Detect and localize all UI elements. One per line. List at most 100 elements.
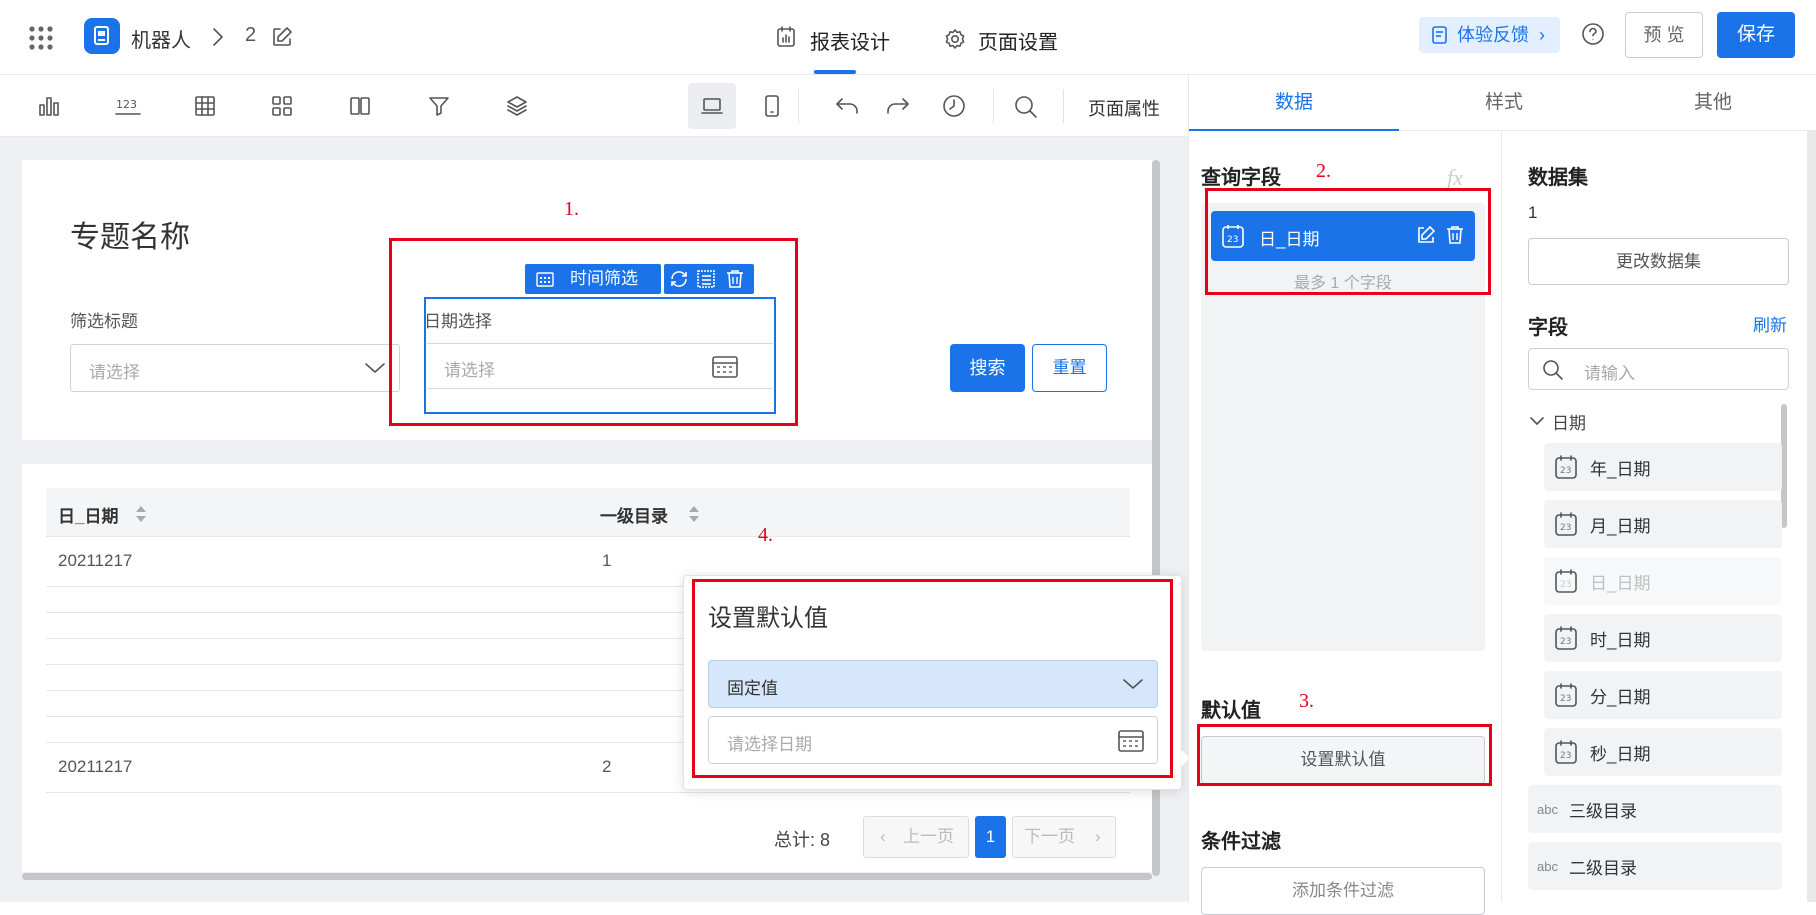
report-design-icon bbox=[776, 26, 796, 48]
field-item-level3[interactable]: abc 三级目录 bbox=[1528, 785, 1782, 833]
edit-icon[interactable] bbox=[271, 26, 293, 48]
app-name[interactable]: 机器人 bbox=[131, 24, 191, 53]
query-fields-title: 查询字段 bbox=[1201, 167, 1281, 189]
page-properties-button[interactable]: 页面属性 bbox=[1088, 95, 1160, 121]
tab-data[interactable]: 数据 bbox=[1189, 75, 1399, 132]
chevron-down-icon bbox=[364, 361, 386, 375]
svg-text:23: 23 bbox=[1560, 523, 1571, 533]
svg-text:123: 123 bbox=[116, 98, 137, 111]
field-item-label: 二级目录 bbox=[1568, 858, 1637, 878]
feedback-icon bbox=[1431, 26, 1449, 44]
search-icon[interactable] bbox=[1014, 95, 1038, 119]
table-header: 日_日期 一级目录 bbox=[46, 488, 1130, 537]
svg-text:23: 23 bbox=[1560, 466, 1571, 476]
feedback-button[interactable]: 体验反馈 › bbox=[1419, 17, 1560, 53]
field-item-month[interactable]: 23 月_日期 bbox=[1544, 500, 1782, 548]
filter1-select[interactable]: 请选择 bbox=[70, 344, 400, 392]
report-title[interactable]: 专题名称 bbox=[70, 212, 190, 256]
layers-icon[interactable] bbox=[506, 95, 528, 117]
top-bar: 机器人 2 报表设计 页面设置 体验反馈 › 预 览 保存 bbox=[0, 0, 1816, 75]
tab-page-settings[interactable]: 页面设置 bbox=[978, 26, 1058, 55]
app-logo-icon bbox=[84, 18, 120, 54]
field-item-day-disabled[interactable]: 23 日_日期 bbox=[1544, 557, 1782, 605]
calendar-icon: 23 bbox=[1554, 682, 1578, 708]
reset-button[interactable]: 重置 bbox=[1032, 344, 1107, 392]
svg-text:23: 23 bbox=[1560, 694, 1571, 704]
number-card-icon[interactable]: 123 bbox=[115, 97, 141, 117]
field-item-label: 三级目录 bbox=[1568, 801, 1637, 821]
prev-page-label: 上一页 bbox=[903, 827, 954, 846]
filter1-placeholder: 请选择 bbox=[89, 363, 140, 382]
help-icon[interactable] bbox=[1581, 22, 1605, 46]
field-item-level2[interactable]: abc 二级目录 bbox=[1528, 842, 1782, 890]
calendar-icon: 23 bbox=[1554, 568, 1578, 594]
column-header[interactable]: 日_日期 bbox=[58, 502, 118, 527]
chevron-down-icon[interactable] bbox=[1530, 416, 1544, 426]
tab-style[interactable]: 样式 bbox=[1399, 75, 1609, 131]
field-item-second[interactable]: 23 秒_日期 bbox=[1544, 728, 1782, 776]
default-value-title: 默认值 bbox=[1201, 700, 1261, 722]
history-icon[interactable] bbox=[942, 94, 966, 118]
calendar-icon: 23 bbox=[1554, 625, 1578, 651]
app-grid-icon[interactable] bbox=[28, 25, 54, 51]
chevron-right-icon: › bbox=[1095, 827, 1101, 846]
right-panel-scrollbar[interactable] bbox=[1807, 131, 1816, 902]
field-search-input[interactable]: 请输入 bbox=[1528, 348, 1789, 390]
refresh-fields-link[interactable]: 刷新 bbox=[1753, 311, 1787, 336]
laptop-icon bbox=[701, 96, 723, 116]
annotation-box-1 bbox=[389, 238, 798, 426]
table-cell: 20211217 bbox=[58, 551, 133, 570]
annotation-box-3 bbox=[1197, 724, 1492, 786]
annotation-box-4 bbox=[692, 579, 1173, 778]
desktop-view-button[interactable] bbox=[688, 83, 736, 129]
field-item-hour[interactable]: 23 时_日期 bbox=[1544, 614, 1782, 662]
divider bbox=[1063, 89, 1064, 123]
canvas-h-scrollbar[interactable] bbox=[22, 873, 1152, 880]
chevron-left-icon: ‹ bbox=[880, 827, 886, 846]
field-group-label[interactable]: 日期 bbox=[1552, 409, 1586, 434]
component-toolbar: 123 页面属性 bbox=[0, 75, 1188, 137]
gear-icon bbox=[944, 28, 966, 50]
sort-icon[interactable] bbox=[134, 504, 148, 524]
add-condition-button[interactable]: 添加条件过滤 bbox=[1201, 867, 1485, 915]
page-number: 2 bbox=[245, 24, 257, 46]
annotation-box-2 bbox=[1205, 188, 1491, 295]
prev-page-button[interactable]: ‹ 上一页 bbox=[863, 816, 969, 858]
layout-grid-icon[interactable] bbox=[271, 95, 293, 117]
mobile-icon[interactable] bbox=[762, 94, 782, 118]
table-cell: 2 bbox=[602, 757, 612, 776]
annotation-number-3: 3. bbox=[1299, 690, 1314, 712]
field-item-label: 秒_日期 bbox=[1590, 744, 1651, 764]
undo-icon[interactable] bbox=[835, 95, 859, 117]
svg-text:23: 23 bbox=[1560, 637, 1571, 647]
filter-icon[interactable] bbox=[428, 95, 450, 117]
field-item-label: 月_日期 bbox=[1590, 516, 1651, 536]
page-1-button[interactable]: 1 bbox=[975, 816, 1006, 858]
next-page-label: 下一页 bbox=[1024, 827, 1075, 846]
right-panel-tabs: 数据 样式 其他 bbox=[1188, 75, 1816, 132]
preview-button[interactable]: 预 览 bbox=[1625, 12, 1703, 58]
next-page-button[interactable]: 下一页 › bbox=[1012, 816, 1116, 858]
bar-chart-icon[interactable] bbox=[38, 95, 60, 117]
save-button[interactable]: 保存 bbox=[1717, 12, 1795, 58]
tab-report-design[interactable]: 报表设计 bbox=[810, 26, 890, 55]
columns-icon[interactable] bbox=[349, 95, 371, 117]
text-type-icon: abc bbox=[1537, 858, 1558, 874]
tab-active-indicator bbox=[814, 70, 856, 74]
fields-title: 字段 bbox=[1528, 317, 1568, 339]
calendar-icon: 23 bbox=[1554, 739, 1578, 765]
tab-other[interactable]: 其他 bbox=[1609, 75, 1816, 131]
sort-icon[interactable] bbox=[687, 504, 701, 524]
redo-icon[interactable] bbox=[886, 95, 910, 117]
change-dataset-button[interactable]: 更改数据集 bbox=[1528, 238, 1789, 285]
search-button[interactable]: 搜索 bbox=[950, 344, 1025, 392]
svg-text:23: 23 bbox=[1560, 751, 1571, 761]
table-icon[interactable] bbox=[194, 95, 216, 117]
field-item-minute[interactable]: 23 分_日期 bbox=[1544, 671, 1782, 719]
calendar-icon: 23 bbox=[1554, 454, 1578, 480]
filter1-label: 筛选标题 bbox=[70, 312, 138, 331]
chevron-right-icon bbox=[212, 27, 224, 47]
field-item-year[interactable]: 23 年_日期 bbox=[1544, 443, 1782, 491]
svg-text:23: 23 bbox=[1560, 580, 1571, 590]
column-header[interactable]: 一级目录 bbox=[600, 502, 668, 527]
